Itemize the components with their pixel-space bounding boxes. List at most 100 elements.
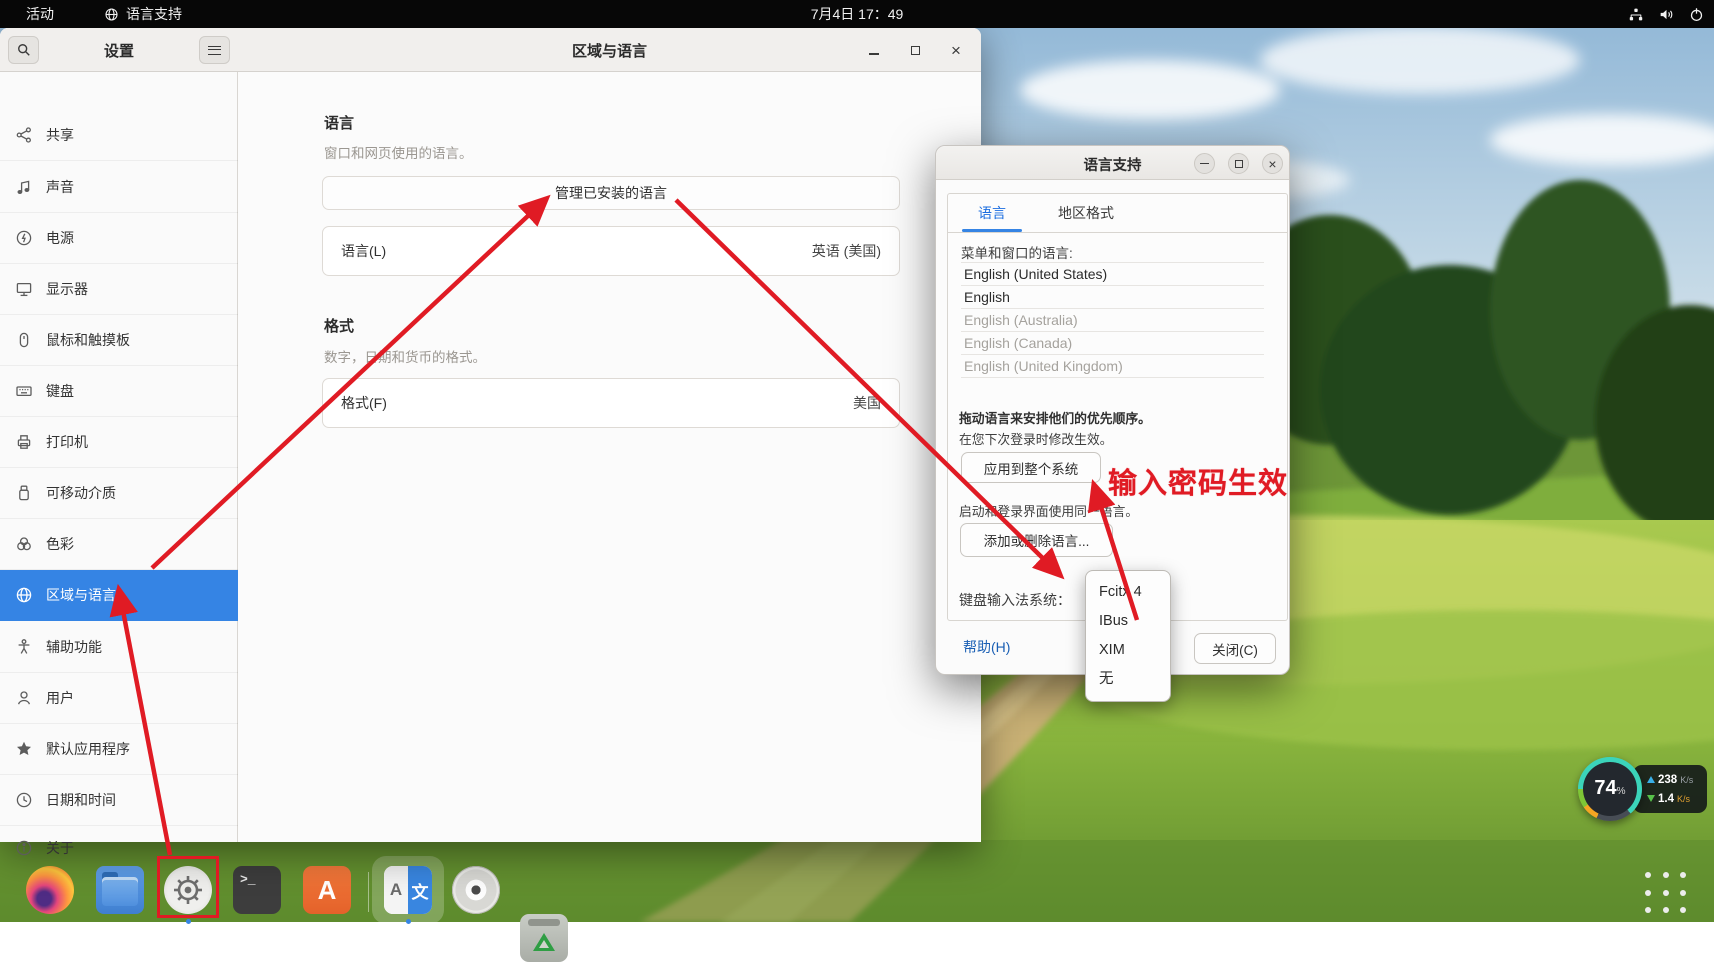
help-button[interactable]: 帮助(H) bbox=[963, 637, 1010, 657]
sidebar-item-label: 辅助功能 bbox=[46, 637, 102, 657]
format-row-label: 格式(F) bbox=[341, 393, 387, 413]
power-icon[interactable] bbox=[1689, 7, 1704, 22]
ime-dropdown-menu: Fcitx 4 IBus XIM 无 bbox=[1085, 570, 1171, 702]
sidebar-item-removable-media[interactable]: 可移动介质 bbox=[0, 468, 238, 519]
tab-regional-formats[interactable]: 地区格式 bbox=[1040, 194, 1132, 232]
sidebar-item-sound[interactable]: 声音 bbox=[0, 162, 238, 213]
power-circle-icon bbox=[15, 229, 33, 247]
sidebar-item-label: 可移动介质 bbox=[46, 483, 116, 503]
dialog-titlebar: 语言支持 × bbox=[936, 146, 1289, 180]
printer-icon bbox=[15, 433, 33, 451]
sidebar-item-label: 打印机 bbox=[46, 432, 88, 452]
terminal-prompt-glyph: >_ bbox=[240, 872, 256, 887]
sidebar-item-label: 默认应用程序 bbox=[46, 739, 130, 759]
sidebar-item-datetime[interactable]: 日期和时间 bbox=[0, 775, 238, 826]
format-section-description: 数字，日期和货币的格式。 bbox=[324, 346, 486, 366]
format-row[interactable]: 格式(F) 美国 bbox=[322, 378, 900, 428]
users-icon bbox=[15, 689, 33, 707]
sidebar-header: 设置 bbox=[0, 28, 238, 72]
settings-main-header: 区域与语言 × bbox=[238, 28, 981, 72]
language-row[interactable]: English bbox=[961, 286, 1264, 309]
apply-system-wide-button[interactable]: 应用到整个系统 bbox=[961, 452, 1101, 483]
cpu-percent-value: 74 bbox=[1594, 778, 1616, 798]
dialog-tabbar: 语言 地区格式 bbox=[948, 194, 1287, 233]
dock-settings-icon[interactable] bbox=[164, 866, 212, 914]
close-button[interactable]: × bbox=[945, 39, 967, 61]
download-speed: 1.4 bbox=[1658, 793, 1674, 805]
minimize-button[interactable] bbox=[863, 39, 885, 61]
sidebar-item-power[interactable]: 电源 bbox=[0, 213, 238, 264]
sidebar-item-accessibility[interactable]: 辅助功能 bbox=[0, 622, 238, 673]
maximize-button[interactable] bbox=[904, 39, 926, 61]
download-unit: K/s bbox=[1677, 794, 1690, 804]
dock-software-icon[interactable]: A bbox=[303, 866, 351, 914]
cjk-glyph: 文 bbox=[408, 866, 432, 914]
language-row[interactable]: English (United States) bbox=[961, 263, 1264, 286]
sidebar-item-default-apps[interactable]: 默认应用程序 bbox=[0, 724, 238, 775]
dock-language-selector-icon[interactable]: A 文 bbox=[384, 866, 432, 914]
sidebar-item-sharing[interactable]: 共享 bbox=[0, 110, 238, 161]
ime-option-fcitx4[interactable]: Fcitx 4 bbox=[1086, 578, 1170, 607]
focused-app-menu[interactable]: 语言支持 bbox=[104, 4, 182, 24]
language-row[interactable]: English (Australia) bbox=[961, 309, 1264, 332]
sidebar-item-color[interactable]: 色彩 bbox=[0, 519, 238, 570]
sidebar-item-label: 日期和时间 bbox=[46, 790, 116, 810]
info-icon bbox=[15, 839, 33, 857]
dialog-minimize-button[interactable] bbox=[1194, 153, 1215, 174]
close-icon: × bbox=[1268, 157, 1276, 171]
network-icon[interactable] bbox=[1628, 7, 1644, 22]
software-letter-glyph: A bbox=[318, 875, 337, 906]
upload-speed: 238 bbox=[1658, 774, 1677, 786]
dock-cd-icon[interactable] bbox=[452, 866, 500, 914]
sidebar-item-keyboard[interactable]: 键盘 bbox=[0, 366, 238, 417]
language-row[interactable]: 语言(L) 英语 (美国) bbox=[322, 226, 900, 276]
language-row[interactable]: English (United Kingdom) bbox=[961, 355, 1264, 378]
sidebar-item-about[interactable]: 关于 bbox=[0, 826, 238, 870]
dock-terminal-icon[interactable]: >_ bbox=[233, 866, 281, 914]
share-icon bbox=[15, 126, 33, 144]
language-row[interactable]: English (Canada) bbox=[961, 332, 1264, 355]
sidebar-item-region-language[interactable]: 区域与语言 bbox=[0, 570, 238, 621]
app-grid-button[interactable] bbox=[1645, 872, 1689, 916]
dialog-close-button[interactable]: × bbox=[1262, 153, 1283, 174]
upload-icon bbox=[1647, 776, 1655, 783]
settings-sidebar: 设置 共享 声音 电源 bbox=[0, 28, 238, 842]
manage-installed-languages-button[interactable]: 管理已安装的语言 bbox=[322, 176, 900, 210]
sidebar-item-label: 关于 bbox=[46, 838, 74, 858]
sound-icon bbox=[15, 178, 33, 196]
sidebar-item-label: 键盘 bbox=[46, 381, 74, 401]
gear-icon bbox=[168, 870, 208, 910]
sidebar-item-users[interactable]: 用户 bbox=[0, 673, 238, 724]
ime-system-label: 键盘输入法系统： bbox=[959, 590, 1071, 610]
dock-files-icon[interactable] bbox=[96, 866, 144, 914]
add-remove-languages-button[interactable]: 添加或删除语言... bbox=[960, 523, 1113, 557]
star-icon bbox=[15, 740, 33, 758]
top-bar: 活动 语言支持 7月4日 17：49 bbox=[0, 0, 1714, 28]
activities-button[interactable]: 活动 bbox=[18, 4, 62, 24]
latin-glyph: A bbox=[384, 866, 408, 914]
sidebar-item-label: 区域与语言 bbox=[46, 585, 116, 605]
sidebar-item-printers[interactable]: 打印机 bbox=[0, 417, 238, 468]
ime-option-xim[interactable]: XIM bbox=[1086, 636, 1170, 665]
volume-icon[interactable] bbox=[1658, 7, 1675, 22]
dock-trash-icon[interactable] bbox=[520, 914, 568, 962]
sidebar-item-label: 显示器 bbox=[46, 279, 88, 299]
hamburger-icon bbox=[208, 46, 221, 55]
accessibility-icon bbox=[15, 638, 33, 656]
color-icon bbox=[15, 535, 33, 553]
dock-firefox-icon[interactable] bbox=[26, 866, 74, 914]
dialog-maximize-button[interactable] bbox=[1228, 153, 1249, 174]
focused-app-name: 语言支持 bbox=[126, 4, 182, 24]
language-row-label: 语言(L) bbox=[341, 241, 386, 261]
recycle-icon bbox=[533, 933, 555, 951]
sidebar-item-displays[interactable]: 显示器 bbox=[0, 264, 238, 315]
tab-language[interactable]: 语言 bbox=[958, 194, 1026, 232]
sidebar-item-mouse[interactable]: 鼠标和触摸板 bbox=[0, 315, 238, 366]
download-icon bbox=[1647, 795, 1655, 802]
drag-hint: 拖动语言来安排他们的优先顺序。 bbox=[959, 408, 1151, 427]
ime-option-ibus[interactable]: IBus bbox=[1086, 607, 1170, 636]
ime-option-none[interactable]: 无 bbox=[1086, 665, 1170, 694]
clock[interactable]: 7月4日 17：49 bbox=[811, 4, 904, 24]
dialog-close-action-button[interactable]: 关闭(C) bbox=[1194, 633, 1276, 664]
primary-menu-button[interactable] bbox=[199, 36, 230, 64]
